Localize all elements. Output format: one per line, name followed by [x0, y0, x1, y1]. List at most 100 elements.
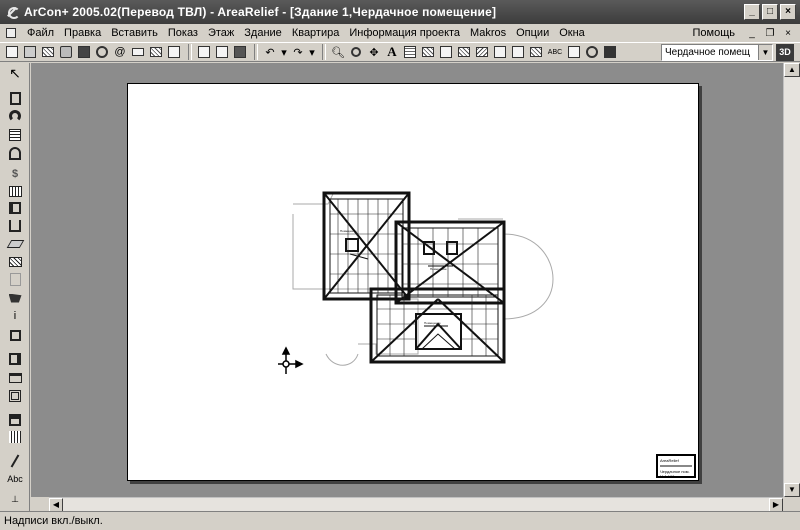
roof-plan-lines	[322, 191, 506, 364]
symbol-tool-icon[interactable]	[7, 412, 23, 428]
window-controls: _ □ ×	[744, 4, 796, 20]
save-icon[interactable]	[76, 44, 92, 60]
maximize-button[interactable]: □	[762, 4, 778, 20]
dormer-tool-icon[interactable]	[7, 218, 23, 234]
pan-icon[interactable]: ✥	[366, 44, 382, 60]
scroll-up-button[interactable]: ▲	[784, 63, 800, 77]
door-tool-icon[interactable]	[7, 145, 23, 161]
redo-dropdown-icon[interactable]: ▾	[308, 44, 316, 60]
undo-dropdown-icon[interactable]: ▾	[280, 44, 288, 60]
stairs-tool-icon[interactable]	[7, 183, 23, 199]
left-toolbar: ↖ $ i Abc ⊥	[0, 63, 30, 511]
grid-icon[interactable]	[402, 44, 418, 60]
menu-macros[interactable]: Makros	[465, 24, 511, 42]
horizontal-scrollbar[interactable]: ◀ ▶	[49, 497, 783, 512]
menu-building[interactable]: Здание	[239, 24, 287, 42]
flag-icon[interactable]	[602, 44, 618, 60]
scroll-down-button[interactable]: ▼	[784, 483, 800, 497]
menu-edit[interactable]: Правка	[59, 24, 106, 42]
menu-options[interactable]: Опции	[511, 24, 554, 42]
measure-icon[interactable]	[566, 44, 582, 60]
vertical-scrollbar[interactable]: ▲ ▼	[783, 63, 800, 497]
mdi-minimize-button[interactable]: _	[746, 28, 758, 39]
section-icon[interactable]	[510, 44, 526, 60]
furniture-tool-icon[interactable]	[7, 370, 23, 386]
mdi-restore-button[interactable]: ❐	[764, 28, 776, 39]
select-arrow-icon[interactable]: ↖	[7, 65, 23, 81]
menu-file[interactable]: Файл	[22, 24, 59, 42]
print-icon[interactable]	[130, 44, 146, 60]
plot-icon[interactable]	[148, 44, 164, 60]
app-icon[interactable]	[4, 4, 20, 20]
coordinate-icon[interactable]	[31, 497, 49, 511]
plan-sheet[interactable]: Помещение Помещение Помещение AreaRelief…	[127, 83, 699, 481]
slab-tool-icon[interactable]	[7, 254, 23, 270]
menu-apartment[interactable]: Квартира	[287, 24, 345, 42]
scrollbar-corner	[783, 497, 800, 511]
open-folder-icon[interactable]	[40, 44, 56, 60]
menu-floor[interactable]: Этаж	[203, 24, 239, 42]
staircase-icon[interactable]	[528, 44, 544, 60]
roof-icon[interactable]	[492, 44, 508, 60]
mdi-close-button[interactable]: ×	[782, 28, 794, 39]
wall-tool-icon[interactable]	[7, 90, 23, 106]
zoom-icon[interactable]: 🔍︎	[330, 44, 346, 60]
menu-view[interactable]: Показ	[163, 24, 203, 42]
document-icon[interactable]	[4, 25, 18, 41]
ceiling-tool-icon[interactable]	[6, 236, 24, 252]
hatching-tool-icon[interactable]	[7, 429, 23, 445]
scroll-left-button[interactable]: ◀	[49, 498, 63, 512]
cut-icon[interactable]	[196, 44, 212, 60]
folder-icon[interactable]	[58, 44, 74, 60]
minimize-button[interactable]: _	[744, 4, 760, 20]
title-bar: ArCon+ 2005.02(Перевод ТВЛ) - AreaRelief…	[0, 0, 800, 24]
wall-icon[interactable]	[456, 44, 472, 60]
roof-tool-icon[interactable]	[7, 200, 23, 216]
menu-windows[interactable]: Окна	[554, 24, 590, 42]
object-tool-icon[interactable]: i	[7, 308, 23, 324]
scroll-right-button[interactable]: ▶	[769, 498, 783, 512]
close-button[interactable]: ×	[780, 4, 796, 20]
frame-tool-icon[interactable]	[7, 388, 23, 404]
terrain-tool-icon[interactable]	[7, 290, 23, 306]
undo-icon[interactable]: ↶	[262, 44, 278, 60]
snap-icon[interactable]	[584, 44, 600, 60]
menu-help[interactable]: Помощь	[688, 24, 741, 42]
floor-select[interactable]: Чердачное помещ ▼	[661, 44, 773, 61]
window-tool-icon[interactable]	[7, 127, 23, 143]
status-bar: Надписи вкл./выкл.	[0, 511, 800, 530]
dollar-icon[interactable]: $	[7, 166, 23, 182]
export-icon[interactable]	[166, 44, 182, 60]
text-icon[interactable]: A	[384, 44, 400, 60]
redo-icon[interactable]: ↷	[290, 44, 306, 60]
menu-right: Помощь _ ❐ ×	[688, 24, 795, 42]
paste-icon[interactable]	[232, 44, 248, 60]
dimension-tool-icon[interactable]	[7, 327, 23, 343]
toolbar-separator	[322, 44, 326, 60]
open-icon[interactable]	[22, 44, 38, 60]
drawing-workspace[interactable]: Помещение Помещение Помещение AreaRelief…	[31, 63, 783, 497]
abc-tool-icon[interactable]: Abc	[5, 471, 25, 487]
line-tool-icon[interactable]	[7, 453, 23, 469]
room-tool-icon[interactable]	[7, 351, 23, 367]
edit-icon[interactable]	[94, 44, 110, 60]
chevron-down-icon[interactable]: ▼	[758, 45, 772, 60]
measure-tool-icon[interactable]: ⊥	[7, 491, 23, 507]
menu-project-info[interactable]: Информация проекта	[344, 24, 465, 42]
layer-icon[interactable]	[420, 44, 436, 60]
new-file-icon[interactable]	[4, 44, 20, 60]
dimension-icon[interactable]	[438, 44, 454, 60]
abc-text-icon[interactable]: ABC	[546, 44, 564, 60]
origin-crosshair	[278, 346, 304, 374]
3d-view-button[interactable]: 3D	[776, 44, 794, 61]
svg-text:Помещение: Помещение	[340, 229, 357, 233]
copy-icon[interactable]	[214, 44, 230, 60]
arc-wall-icon[interactable]	[7, 108, 23, 124]
menu-insert[interactable]: Вставить	[106, 24, 163, 42]
column-tool-icon[interactable]	[7, 271, 23, 287]
email-icon[interactable]: @	[112, 44, 128, 60]
hatch-icon[interactable]	[474, 44, 490, 60]
zoom-area-icon[interactable]	[348, 44, 364, 60]
toolbar-separator	[254, 44, 258, 60]
toolbar-separator	[188, 44, 192, 60]
